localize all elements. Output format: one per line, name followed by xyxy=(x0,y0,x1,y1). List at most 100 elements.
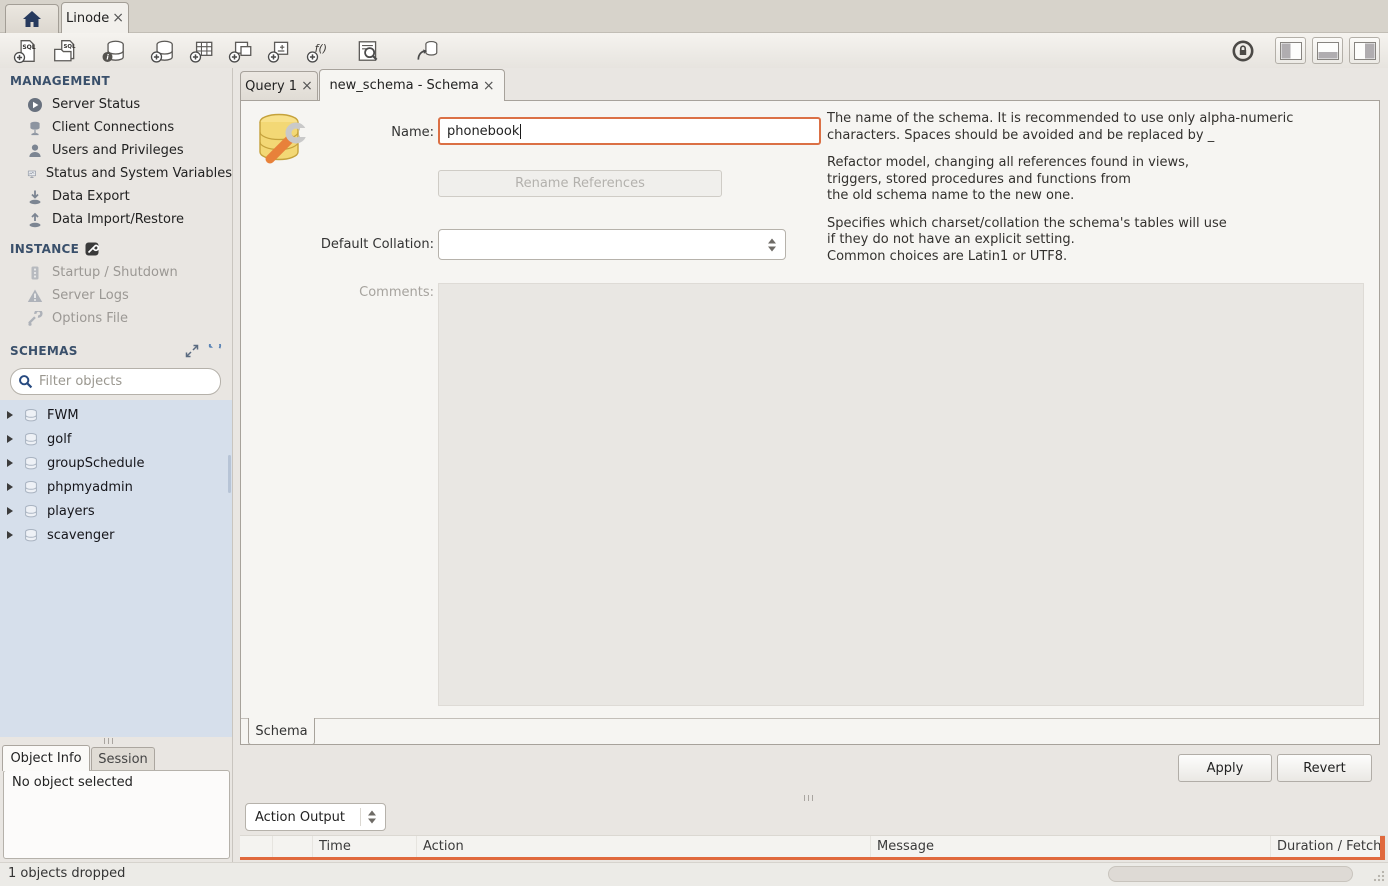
filter-placeholder: Filter objects xyxy=(39,374,122,389)
close-icon[interactable]: × xyxy=(483,79,495,93)
sidebar-item-users-privileges[interactable]: Users and Privileges xyxy=(0,139,232,162)
sidebar-item-startup-shutdown[interactable]: Startup / Shutdown xyxy=(0,261,232,284)
home-tab[interactable] xyxy=(5,4,59,33)
svg-text:SQL: SQL xyxy=(22,43,35,50)
toggle-right-panel-button[interactable] xyxy=(1349,37,1380,64)
rename-references-button[interactable]: Rename References xyxy=(438,170,722,197)
new-schema-icon[interactable] xyxy=(150,38,176,64)
text-caret xyxy=(520,124,521,139)
toggle-right-panel-icon xyxy=(1354,42,1376,60)
server-icon xyxy=(27,265,43,281)
expander-icon[interactable] xyxy=(7,483,13,491)
schema-cylinder-icon xyxy=(23,408,39,423)
home-icon xyxy=(22,10,42,28)
schema-cylinder-icon xyxy=(23,480,39,495)
schema-cylinder-icon xyxy=(23,528,39,543)
export-down-icon xyxy=(27,189,43,205)
schema-node-scavenger[interactable]: scavenger xyxy=(0,523,232,547)
schema-list-scrollbar[interactable] xyxy=(228,455,231,493)
toggle-bottom-panel-icon xyxy=(1317,42,1339,60)
column-message[interactable]: Message xyxy=(871,836,1271,857)
refresh-schemas-icon[interactable] xyxy=(207,344,222,358)
new-table-icon[interactable] xyxy=(189,38,215,64)
status-bar: 1 objects dropped xyxy=(0,862,1388,886)
schema-name-value: phonebook xyxy=(447,124,519,139)
help-refactor: Refactor model, changing all references … xyxy=(827,155,1372,205)
new-view-icon[interactable] xyxy=(228,38,254,64)
close-icon[interactable]: × xyxy=(112,11,124,25)
collation-label: Default Collation: xyxy=(241,237,434,252)
lock-status-icon[interactable] xyxy=(1231,39,1255,63)
instance-section-title: INSTANCE xyxy=(10,242,99,256)
tab-new-schema[interactable]: new_schema - Schema × xyxy=(319,69,505,101)
help-collation: Specifies which charset/collation the sc… xyxy=(827,216,1372,266)
output-view-select[interactable]: Action Output xyxy=(245,803,386,831)
sidebar-item-server-status[interactable]: Server Status xyxy=(0,93,232,116)
close-icon[interactable]: × xyxy=(301,79,313,93)
main-toolbar: SQL SQL i xyxy=(0,33,1388,68)
tab-session[interactable]: Session xyxy=(91,747,155,771)
tab-object-info[interactable]: Object Info xyxy=(2,745,90,771)
schema-cylinder-icon xyxy=(23,456,39,471)
new-procedure-icon[interactable] xyxy=(267,38,293,64)
expand-panel-icon[interactable] xyxy=(185,344,199,358)
revert-button[interactable]: Revert xyxy=(1277,754,1372,782)
sidebar-item-server-logs[interactable]: Server Logs xyxy=(0,284,232,307)
expander-icon[interactable] xyxy=(7,411,13,419)
table-search-icon[interactable] xyxy=(355,38,381,64)
sidebar-item-status-variables[interactable]: Status and System Variables xyxy=(0,162,232,185)
expander-icon[interactable] xyxy=(7,459,13,467)
schema-node-players[interactable]: players xyxy=(0,499,232,523)
sidebar-splitter-handle[interactable] xyxy=(104,738,113,744)
output-splitter-handle[interactable] xyxy=(804,795,813,801)
connection-tab-linode[interactable]: Linode × xyxy=(61,2,129,33)
column-index[interactable] xyxy=(273,836,313,857)
toggle-left-panel-icon xyxy=(1280,42,1302,60)
reconnect-db-icon[interactable] xyxy=(414,38,440,64)
sidebar-item-data-import[interactable]: Data Import/Restore xyxy=(0,208,232,231)
mysql-workbench-window: Linode × SQL SQL i xyxy=(0,0,1388,886)
expander-icon[interactable] xyxy=(7,531,13,539)
column-action[interactable]: Action xyxy=(417,836,871,857)
tab-schema-bottom[interactable]: Schema xyxy=(248,718,315,745)
schema-node-phpmyadmin[interactable]: phpmyadmin xyxy=(0,475,232,499)
new-sql-file-icon[interactable]: SQL xyxy=(13,38,39,64)
collation-select[interactable] xyxy=(438,229,786,260)
table-focus-border xyxy=(1380,836,1385,858)
db-info-icon[interactable]: i xyxy=(101,38,127,64)
comments-textarea[interactable] xyxy=(438,283,1364,706)
schema-node-groupschedule[interactable]: groupSchedule xyxy=(0,451,232,475)
select-divider xyxy=(360,808,361,826)
schema-cylinder-icon xyxy=(23,504,39,519)
column-time[interactable]: Time xyxy=(313,836,417,857)
schema-filter-input[interactable]: Filter objects xyxy=(10,368,221,395)
name-label: Name: xyxy=(241,125,434,140)
column-duration-fetch[interactable]: Duration / Fetch xyxy=(1271,836,1385,857)
sidebar-item-client-connections[interactable]: Client Connections xyxy=(0,116,232,139)
expander-icon[interactable] xyxy=(7,507,13,515)
schema-node-golf[interactable]: golf xyxy=(0,427,232,451)
sidebar-item-data-export[interactable]: Data Export xyxy=(0,185,232,208)
new-function-icon[interactable]: f() xyxy=(306,38,332,64)
connection-tab-label: Linode xyxy=(66,11,109,26)
toggle-left-panel-button[interactable] xyxy=(1275,37,1306,64)
resize-grip-icon[interactable] xyxy=(1371,868,1385,882)
play-circle-icon xyxy=(27,97,43,113)
sidebar-item-options-file[interactable]: Options File xyxy=(0,307,232,330)
schema-name-input[interactable]: phonebook xyxy=(438,117,821,145)
schema-node-fwm[interactable]: FWM xyxy=(0,403,232,427)
management-section-title: MANAGEMENT xyxy=(10,74,110,88)
apply-button[interactable]: Apply xyxy=(1178,754,1272,782)
column-status-icon[interactable] xyxy=(240,836,273,857)
schema-tree: FWM golf groupSchedule xyxy=(0,400,232,737)
stepper-icon xyxy=(368,811,376,824)
expander-icon[interactable] xyxy=(7,435,13,443)
horizontal-scrollbar[interactable] xyxy=(1108,866,1353,882)
schema-editor-panel: Name: phonebook The name of the schema. … xyxy=(240,100,1380,745)
document-tabbar: Linode × xyxy=(0,0,1388,33)
svg-text:SQL: SQL xyxy=(63,43,75,49)
toggle-bottom-panel-button[interactable] xyxy=(1312,37,1343,64)
tab-query-1[interactable]: Query 1 × xyxy=(240,71,318,100)
search-icon xyxy=(18,374,33,389)
open-sql-file-icon[interactable]: SQL xyxy=(52,38,78,64)
